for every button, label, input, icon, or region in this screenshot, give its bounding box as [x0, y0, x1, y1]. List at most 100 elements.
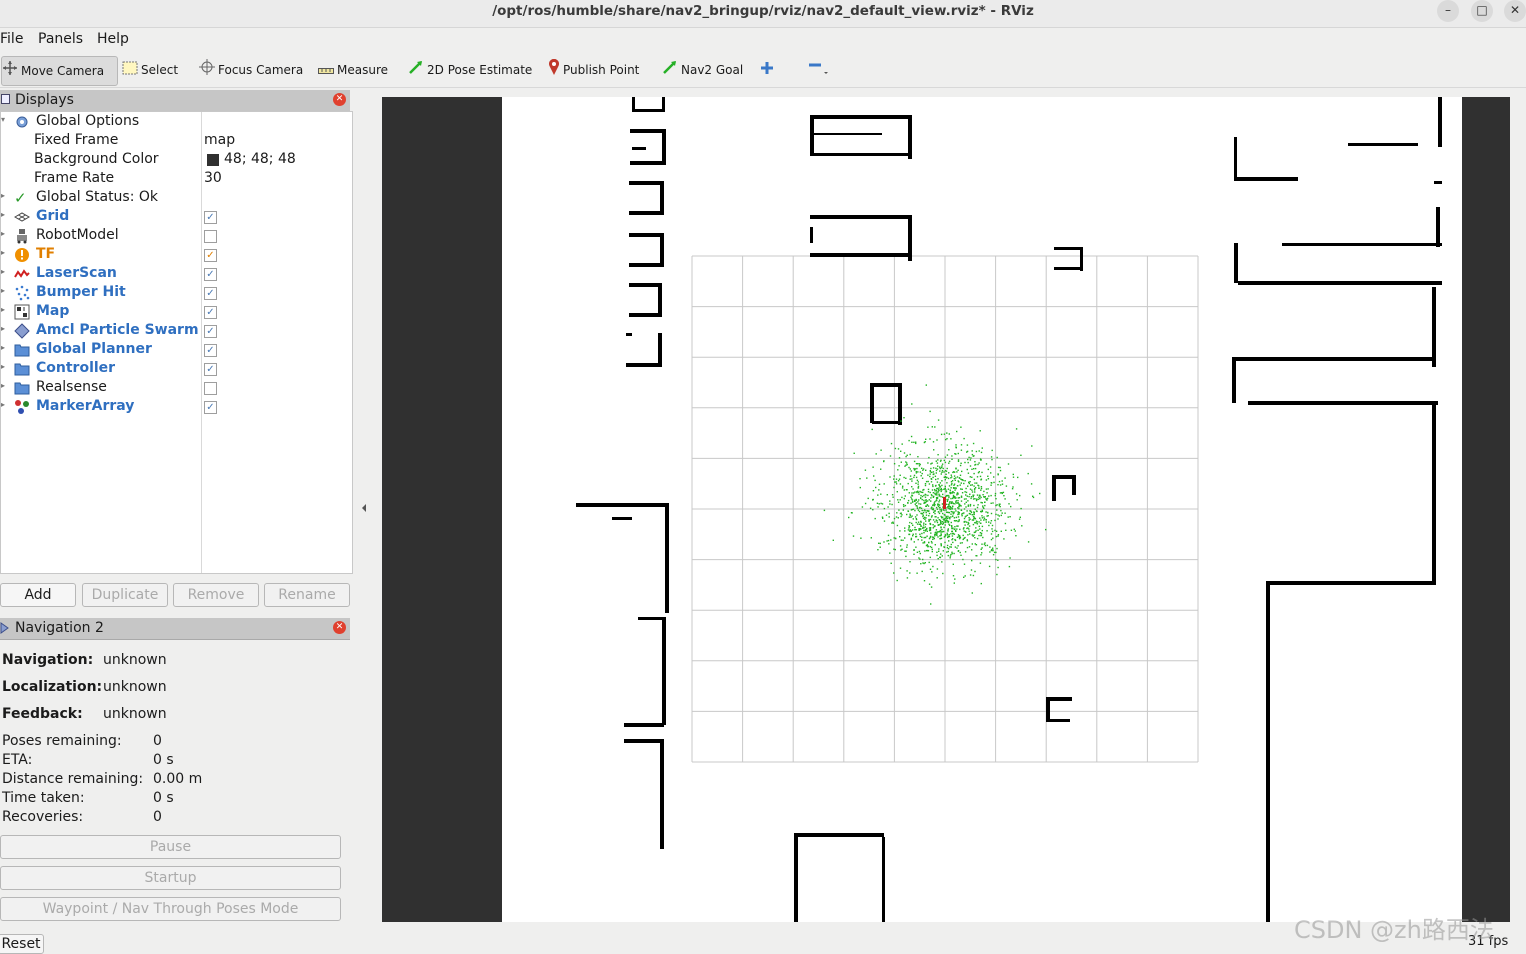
grid-icon — [14, 212, 30, 222]
collapse-arrow-icon[interactable]: ▾ — [1, 115, 5, 124]
expand-arrow-icon[interactable]: ▸ — [1, 362, 5, 371]
global-options-row[interactable]: ▾ Global Options — [1, 113, 352, 132]
publish-point-tool[interactable]: Publish Point — [548, 56, 639, 84]
minus-icon — [808, 57, 828, 85]
watermark: CSDN @zh路西法 — [1294, 916, 1494, 944]
global-status-row[interactable]: ▸ ✓ Global Status: Ok — [1, 189, 352, 208]
display-item-global-planner[interactable]: ▸ Global Planner ✓ — [1, 341, 352, 360]
panel-splitter[interactable] — [352, 90, 380, 930]
toolbar: Move Camera Select Focus Camera Measure … — [0, 51, 1526, 88]
waypoint-mode-button[interactable]: Waypoint / Nav Through Poses Mode — [0, 897, 341, 921]
duplicate-display-button[interactable]: Duplicate — [82, 583, 168, 607]
markers-icon — [15, 400, 29, 414]
robotmodel-checkbox[interactable] — [204, 230, 217, 243]
display-item-tf[interactable]: ▸ TF ✓ — [1, 246, 352, 265]
display-label-amcl-particle-swarm: Amcl Particle Swarm — [36, 322, 199, 338]
display-item-amcl-particle-swarm[interactable]: ▸ Amcl Particle Swarm ✓ — [1, 322, 352, 341]
rename-display-button[interactable]: Rename — [264, 583, 350, 607]
localization-label: Localization: — [2, 679, 103, 695]
expand-arrow-icon[interactable]: ▸ — [1, 267, 5, 276]
remove-tool-button[interactable] — [808, 56, 831, 84]
close-window-button[interactable]: ✕ — [1504, 0, 1526, 22]
grid-checkbox[interactable]: ✓ — [204, 211, 217, 224]
display-label-laserscan: LaserScan — [36, 265, 117, 281]
frame-rate-value[interactable]: 30 — [204, 170, 222, 186]
expand-arrow-icon[interactable]: ▸ — [1, 229, 5, 238]
collapse-left-icon[interactable] — [360, 502, 368, 514]
pause-button[interactable]: Pause — [0, 835, 341, 859]
reset-button[interactable]: Reset — [0, 934, 44, 954]
map-render[interactable] — [382, 97, 1510, 922]
color-swatch[interactable] — [207, 154, 219, 166]
select-tool[interactable]: Select — [122, 56, 178, 84]
localization-value: unknown — [103, 679, 167, 695]
monitor-icon — [1, 94, 10, 104]
ruler-icon — [318, 57, 334, 85]
expand-arrow-icon[interactable]: ▸ — [1, 191, 5, 200]
recoveries-value: 0 — [153, 809, 162, 825]
tf-checkbox[interactable]: ✓ — [204, 249, 217, 262]
global-options-label: Global Options — [36, 113, 140, 129]
background-color-row[interactable]: Background Color 48; 48; 48 — [1, 151, 352, 170]
recoveries-row: Recoveries: 0 — [2, 809, 162, 825]
localization-status-row: Localization: unknown — [2, 679, 167, 695]
minimize-button[interactable]: – — [1437, 0, 1459, 22]
title-bar: /opt/ros/humble/share/nav2_bringup/rviz/… — [0, 0, 1526, 28]
menu-help[interactable]: Help — [97, 31, 129, 47]
remove-display-button[interactable]: Remove — [173, 583, 259, 607]
expand-arrow-icon[interactable]: ▸ — [1, 305, 5, 314]
pose-estimate-tool[interactable]: 2D Pose Estimate — [408, 56, 532, 84]
display-item-laserscan[interactable]: ▸ LaserScan ✓ — [1, 265, 352, 284]
display-item-bumper-hit[interactable]: ▸ Bumper Hit ✓ — [1, 284, 352, 303]
expand-arrow-icon[interactable]: ▸ — [1, 381, 5, 390]
fixed-frame-label: Fixed Frame — [34, 132, 119, 148]
measure-tool[interactable]: Measure — [318, 56, 388, 84]
maximize-button[interactable]: □ — [1471, 0, 1493, 22]
menu-panels[interactable]: Panels — [38, 31, 83, 47]
realsense-checkbox[interactable] — [204, 382, 217, 395]
gear-icon — [16, 116, 28, 128]
laser-icon — [14, 269, 30, 278]
poses-remaining-label: Poses remaining: — [2, 733, 122, 749]
expand-arrow-icon[interactable]: ▸ — [1, 400, 5, 409]
controller-checkbox[interactable]: ✓ — [204, 363, 217, 376]
close-nav2-icon[interactable]: ✕ — [333, 621, 346, 634]
display-item-map[interactable]: ▸ Map ✓ — [1, 303, 352, 322]
eta-row: ETA: 0 s — [2, 752, 174, 768]
add-tool-button[interactable] — [760, 56, 777, 84]
frame-rate-row[interactable]: Frame Rate 30 — [1, 170, 352, 189]
map-checkbox[interactable]: ✓ — [204, 306, 217, 319]
laserscan-checkbox[interactable]: ✓ — [204, 268, 217, 281]
feedback-label: Feedback: — [2, 706, 83, 722]
navigation-value: unknown — [103, 652, 167, 668]
expand-arrow-icon[interactable]: ▸ — [1, 248, 5, 257]
display-item-controller[interactable]: ▸ Controller ✓ — [1, 360, 352, 379]
fixed-frame-value[interactable]: map — [204, 132, 235, 148]
display-item-realsense[interactable]: ▸ Realsense — [1, 379, 352, 398]
bumper-hit-checkbox[interactable]: ✓ — [204, 287, 217, 300]
expand-arrow-icon[interactable]: ▸ — [1, 286, 5, 295]
add-display-button[interactable]: Add — [0, 583, 76, 607]
expand-arrow-icon[interactable]: ▸ — [1, 210, 5, 219]
poses-remaining-value: 0 — [153, 733, 162, 749]
display-item-robotmodel[interactable]: ▸ RobotModel — [1, 227, 352, 246]
startup-button[interactable]: Startup — [0, 866, 341, 890]
folder-icon — [14, 344, 30, 357]
markerarray-checkbox[interactable]: ✓ — [204, 401, 217, 414]
expand-arrow-icon[interactable]: ▸ — [1, 324, 5, 333]
move-camera-tool[interactable]: Move Camera — [1, 56, 118, 86]
nav2-title: Navigation 2 — [15, 620, 104, 636]
fixed-frame-row[interactable]: Fixed Frame map — [1, 132, 352, 151]
background-color-value[interactable]: 48; 48; 48 — [224, 151, 296, 167]
close-displays-icon[interactable]: ✕ — [333, 93, 346, 106]
display-item-grid[interactable]: ▸ Grid ✓ — [1, 208, 352, 227]
3d-viewport[interactable] — [382, 97, 1510, 922]
display-item-markerarray[interactable]: ▸ MarkerArray ✓ — [1, 398, 352, 417]
expand-arrow-icon[interactable]: ▸ — [1, 343, 5, 352]
select-label: Select — [141, 63, 179, 77]
global-planner-checkbox[interactable]: ✓ — [204, 344, 217, 357]
amcl-particle-swarm-checkbox[interactable]: ✓ — [204, 325, 217, 338]
nav2-goal-tool[interactable]: Nav2 Goal — [662, 56, 743, 84]
focus-camera-tool[interactable]: Focus Camera — [199, 56, 303, 84]
menu-file[interactable]: File — [0, 31, 23, 47]
